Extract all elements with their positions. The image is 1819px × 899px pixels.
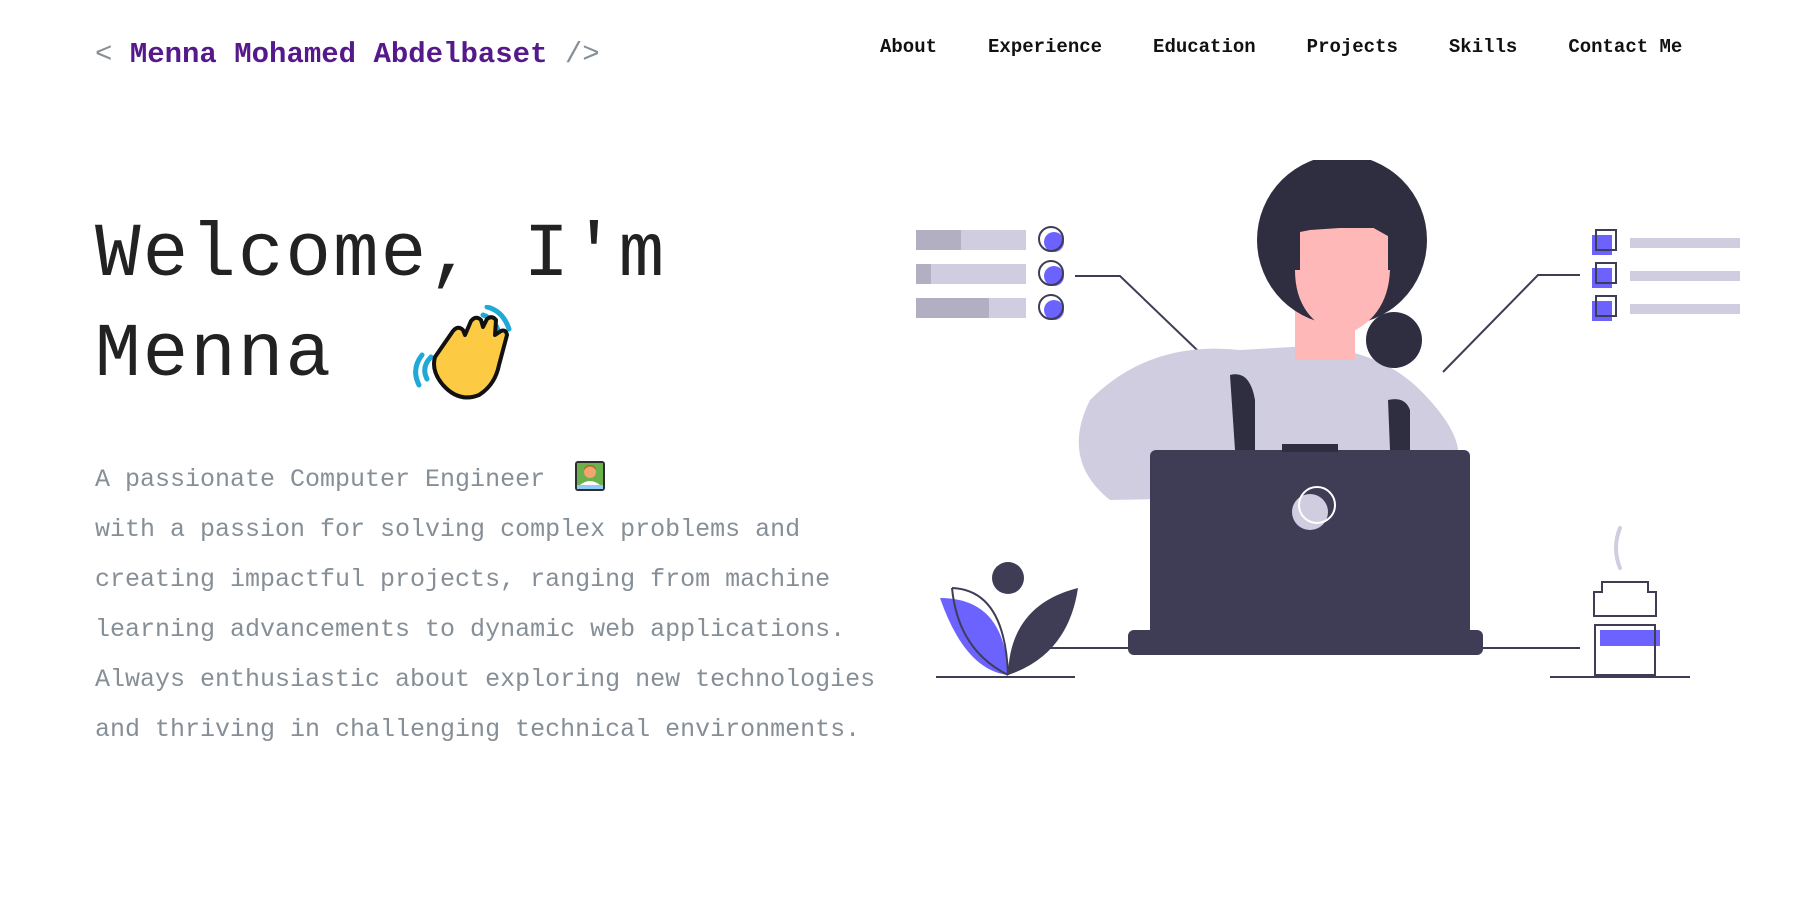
logo-name: Menna Mohamed Abdelbaset: [129, 38, 548, 71]
hero-title-line1: Welcome, I'm: [95, 212, 667, 298]
main-nav: About Experience Education Projects Skil…: [880, 36, 1682, 58]
logo[interactable]: < Menna Mohamed Abdelbaset />: [95, 38, 600, 71]
waving-hand-icon: [412, 305, 512, 400]
developer-illustration: [916, 160, 1740, 678]
nav-skills[interactable]: Skills: [1449, 36, 1517, 58]
hero-title-line2: Menna: [95, 312, 334, 398]
nav-experience[interactable]: Experience: [988, 36, 1102, 58]
logo-close-bracket: />: [564, 38, 600, 71]
nav-contact-me[interactable]: Contact Me: [1568, 36, 1682, 58]
hero-title: Welcome, I'm Menna: [95, 205, 915, 405]
hero-subtitle: A passionate Computer Engineer: [95, 465, 546, 494]
checklist-graphic: [1442, 229, 1740, 373]
hero-description-block: A passionate Computer Engineer with a pa…: [95, 455, 935, 755]
site-header: < Menna Mohamed Abdelbaset /> About Expe…: [0, 0, 1819, 110]
coffee-cup: [1550, 526, 1690, 678]
progress-list-graphic: [916, 226, 1221, 373]
nav-about[interactable]: About: [880, 36, 937, 58]
hero-description: with a passion for solving complex probl…: [95, 515, 876, 744]
nav-projects[interactable]: Projects: [1307, 36, 1398, 58]
technologist-icon: [575, 461, 606, 491]
plant: [936, 562, 1078, 678]
nav-education[interactable]: Education: [1153, 36, 1256, 58]
person-figure: [1078, 160, 1459, 500]
logo-open-bracket: <: [95, 38, 113, 71]
